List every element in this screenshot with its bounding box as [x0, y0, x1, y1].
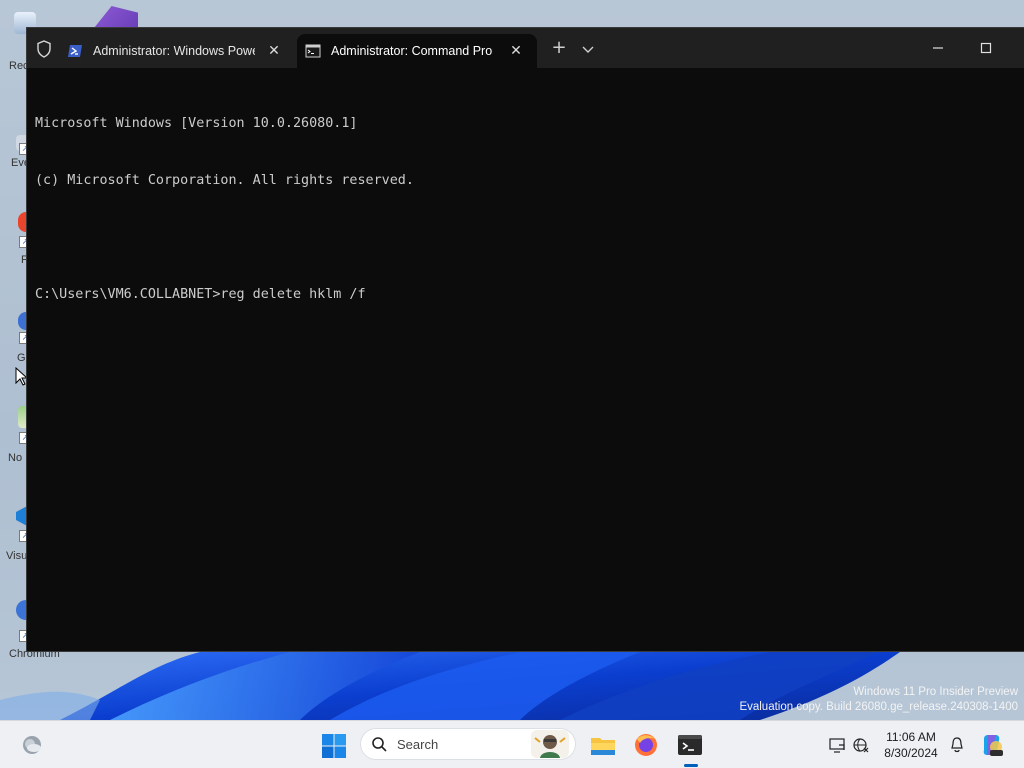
- active-app-indicator: [684, 764, 698, 767]
- close-icon[interactable]: ✕: [265, 41, 283, 59]
- console-line: (c) Microsoft Corporation. All rights re…: [35, 173, 414, 188]
- search-label: Search: [397, 737, 439, 752]
- tab-title: Administrator: Windows PowerShell: [93, 44, 255, 58]
- console-output[interactable]: Microsoft Windows [Version 10.0.26080.1]…: [35, 76, 1016, 643]
- windows-start-icon[interactable]: [320, 732, 348, 760]
- minimize-icon[interactable]: [923, 36, 953, 60]
- close-icon[interactable]: ✕: [507, 41, 525, 59]
- watermark-line-2: Evaluation copy. Build 26080.ge_release.…: [739, 701, 1018, 713]
- firefox-icon[interactable]: [631, 730, 661, 760]
- cmd-icon: [305, 44, 321, 58]
- console-prompt-line: C:\Users\VM6.COLLABNET>reg delete hklm /…: [35, 287, 366, 302]
- tab-command-prompt[interactable]: Administrator: Command Prompt ✕: [297, 34, 537, 68]
- tab-powershell[interactable]: Administrator: Windows PowerShell ✕: [59, 34, 295, 68]
- taskbar: Search 11:06 AM 8/30/2024: [0, 720, 1024, 768]
- clock-time: 11:06 AM: [886, 730, 936, 744]
- console-line: Microsoft Windows [Version 10.0.26080.1]: [35, 116, 358, 131]
- terminal-window[interactable]: Administrator: Windows PowerShell ✕ Admi…: [26, 27, 1024, 652]
- powershell-icon: [68, 45, 82, 57]
- new-tab-button[interactable]: +: [547, 38, 571, 60]
- terminal-app-icon[interactable]: [675, 730, 705, 760]
- notification-bell-icon[interactable]: [948, 736, 966, 754]
- taskbar-search-box[interactable]: Search: [360, 728, 576, 760]
- watermark-line-1: Windows 11 Pro Insider Preview: [853, 686, 1018, 698]
- evaluation-watermark: Windows 11 Pro Insider Preview Evaluatio…: [739, 685, 1018, 715]
- maximize-icon[interactable]: [971, 36, 1001, 60]
- tab-strip: Administrator: Windows PowerShell ✕ Admi…: [27, 28, 1024, 68]
- copilot-icon[interactable]: [980, 733, 1004, 757]
- shield-icon[interactable]: [33, 38, 55, 60]
- display-icon[interactable]: [828, 736, 846, 754]
- search-highlight-icon: [531, 730, 569, 758]
- tab-title: Administrator: Command Prompt: [331, 44, 493, 58]
- network-icon[interactable]: [852, 736, 870, 754]
- search-icon: [372, 737, 387, 752]
- clock-date: 8/30/2024: [884, 746, 938, 760]
- file-explorer-icon[interactable]: [588, 730, 618, 760]
- chevron-down-icon[interactable]: [577, 38, 599, 60]
- system-clock[interactable]: 11:06 AM 8/30/2024: [876, 729, 946, 761]
- widgets-weather-icon[interactable]: [20, 733, 44, 757]
